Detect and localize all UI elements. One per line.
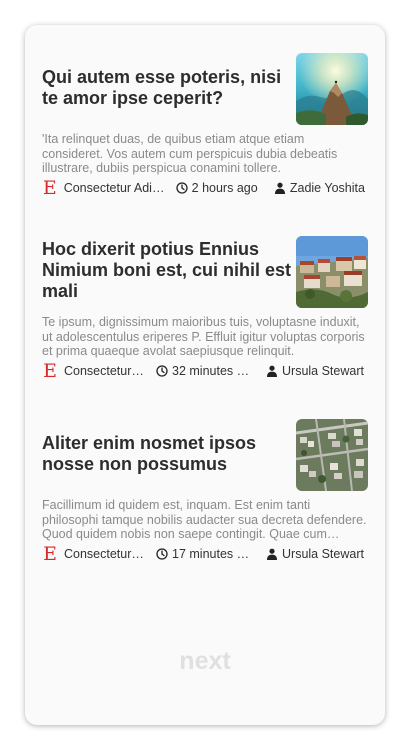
news-feed-card: Qui autem esse poteris, nisi te amor ips… bbox=[25, 25, 385, 725]
author-name[interactable]: Ursula Stewart bbox=[282, 364, 364, 378]
article-title[interactable]: Hoc dixerit potius Ennius Nimium boni es… bbox=[42, 239, 292, 302]
source-name[interactable]: Consectetur Adipiscing bbox=[64, 181, 166, 195]
author[interactable]: Ursula Stewart bbox=[266, 364, 368, 378]
clock-icon bbox=[156, 365, 168, 377]
user-icon bbox=[266, 548, 278, 560]
article-title[interactable]: Aliter enim nosmet ipsos nosse non possu… bbox=[42, 433, 292, 475]
user-icon bbox=[274, 182, 286, 194]
time-text: 2 hours ago bbox=[191, 181, 258, 195]
article-meta: E Consectetur Adipiscing 2 hours ago Zad… bbox=[42, 177, 368, 199]
article-thumbnail[interactable] bbox=[296, 419, 368, 491]
aerial-city-image bbox=[296, 419, 368, 491]
source-logo-icon: E bbox=[43, 543, 57, 565]
timestamp: 17 minutes ago bbox=[156, 547, 256, 561]
source-logo-icon: E bbox=[43, 360, 57, 382]
author-name[interactable]: Ursula Stewart bbox=[282, 547, 364, 561]
author[interactable]: Zadie Yoshita bbox=[274, 181, 368, 195]
source-name[interactable]: Consectetur Adipiscing bbox=[64, 547, 146, 561]
author-name[interactable]: Zadie Yoshita bbox=[290, 181, 365, 195]
source-logo-icon: E bbox=[42, 177, 57, 199]
article-excerpt: 'Ita relinquet duas, de quibus etiam atq… bbox=[42, 132, 338, 175]
clock-icon bbox=[176, 182, 188, 194]
article-meta: E Consectetur Adipiscing 17 minutes ago … bbox=[42, 543, 368, 565]
author[interactable]: Ursula Stewart bbox=[266, 547, 368, 561]
article-excerpt: Te ipsum, dignissimum maioribus tuis, vo… bbox=[42, 315, 365, 358]
article-meta: E Consectetur Adipiscing 32 minutes ago … bbox=[42, 360, 368, 382]
user-icon bbox=[266, 365, 278, 377]
article-thumbnail[interactable] bbox=[296, 53, 368, 125]
article-excerpt: Facillimum id quidem est, inquam. Est en… bbox=[42, 498, 367, 541]
timestamp: 2 hours ago bbox=[176, 181, 266, 195]
mountain-peak-image bbox=[296, 53, 368, 125]
clock-icon bbox=[156, 548, 168, 560]
article-thumbnail[interactable] bbox=[296, 236, 368, 308]
article-title[interactable]: Qui autem esse poteris, nisi te amor ips… bbox=[42, 67, 292, 109]
next-page-button[interactable]: next bbox=[25, 647, 385, 676]
time-text: 32 minutes ago bbox=[172, 364, 256, 378]
hillside-town-image bbox=[296, 236, 368, 308]
source-name[interactable]: Consectetur Adipiscing bbox=[64, 364, 146, 378]
time-text: 17 minutes ago bbox=[172, 547, 256, 561]
timestamp: 32 minutes ago bbox=[156, 364, 256, 378]
